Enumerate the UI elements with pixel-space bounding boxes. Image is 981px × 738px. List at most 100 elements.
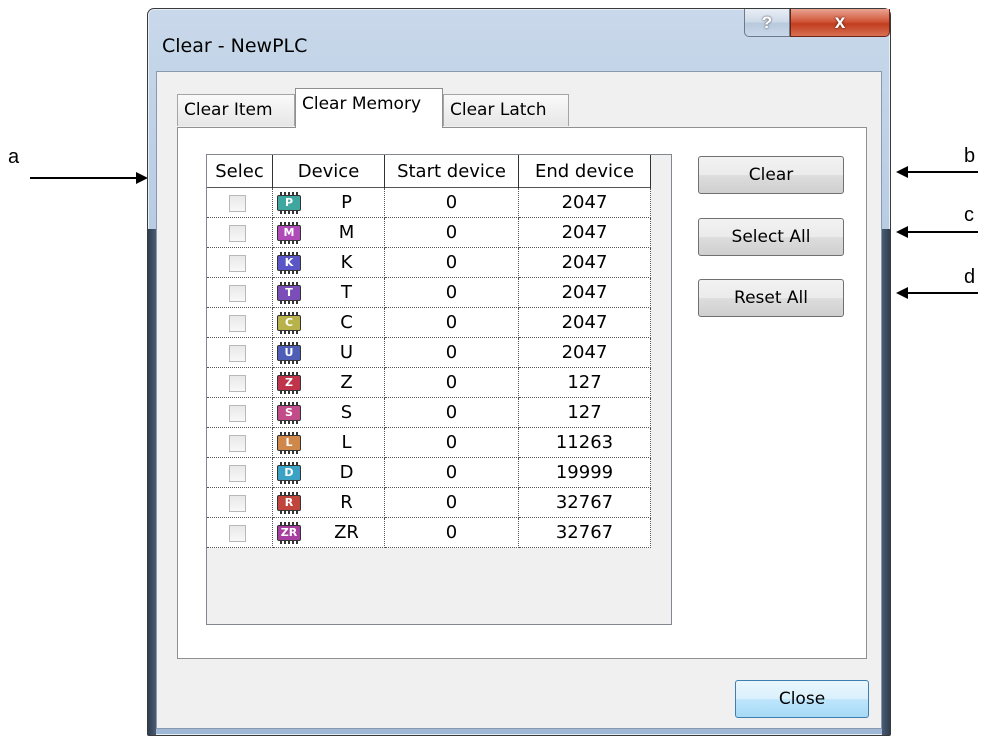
start-device-cell: 0	[385, 278, 519, 308]
select-checkbox[interactable]	[229, 285, 246, 302]
device-chip-icon: C	[277, 312, 301, 334]
device-chip-icon: M	[277, 222, 301, 244]
device-cell: MM	[273, 218, 385, 248]
device-chip-icon: Z	[277, 372, 301, 394]
select-checkbox[interactable]	[229, 345, 246, 362]
column-header-end-device[interactable]: End device	[519, 155, 651, 188]
table-row[interactable]: L L 0 11263	[207, 428, 651, 458]
select-checkbox[interactable]	[229, 375, 246, 392]
end-device-cell: 2047	[519, 308, 651, 338]
tab-clear-latch[interactable]: Clear Latch	[443, 94, 569, 126]
arrow-b-head	[896, 166, 908, 178]
select-checkbox[interactable]	[229, 495, 246, 512]
table-row[interactable]: D D 0 19999	[207, 458, 651, 488]
start-device-cell: 0	[385, 188, 519, 218]
callout-c: c	[964, 204, 974, 226]
start-device-cell: 0	[385, 518, 519, 548]
start-device-cell: 0	[385, 368, 519, 398]
end-device-cell: 2047	[519, 278, 651, 308]
window-title: Clear - NewPLC	[162, 35, 308, 57]
clear-memory-panel: Selec Device Start device End device PP0…	[177, 127, 867, 659]
device-name: D	[339, 462, 354, 483]
tab-clear-item[interactable]: Clear Item	[177, 94, 295, 126]
select-all-button[interactable]: Select All	[698, 218, 844, 256]
select-checkbox[interactable]	[229, 225, 246, 242]
clear-dialog-window: Clear - NewPLC ? x Clear Item Clear Memo…	[147, 8, 891, 736]
dialog-client-area: Clear Item Clear Memory Clear Latch Sele…	[156, 71, 882, 729]
device-cell: RR	[273, 488, 385, 518]
column-header-start-device[interactable]: Start device	[385, 155, 519, 188]
device-name: T	[341, 282, 352, 303]
select-cell	[207, 458, 273, 488]
start-device-cell: 0	[385, 248, 519, 278]
table-row[interactable]: ZR ZR 0 32767	[207, 518, 651, 548]
help-button[interactable]: ?	[744, 9, 790, 37]
window-frame-left	[148, 229, 156, 735]
arrow-d	[906, 292, 978, 294]
table-row[interactable]: U U 0 2047	[207, 338, 651, 368]
select-cell	[207, 338, 273, 368]
close-button[interactable]: Close	[735, 680, 869, 718]
arrow-a	[30, 177, 138, 179]
close-window-button[interactable]: x	[790, 9, 890, 37]
select-cell	[207, 428, 273, 458]
device-name: ZR	[334, 522, 359, 543]
device-cell: LL	[273, 428, 385, 458]
select-checkbox[interactable]	[229, 465, 246, 482]
device-name: Z	[340, 372, 353, 393]
start-device-cell: 0	[385, 428, 519, 458]
table-row[interactable]: K K 0 2047	[207, 248, 651, 278]
select-cell	[207, 188, 273, 218]
callout-d: d	[964, 266, 976, 288]
select-checkbox[interactable]	[229, 435, 246, 452]
end-device-cell: 11263	[519, 428, 651, 458]
end-device-cell: 2047	[519, 188, 651, 218]
device-name: K	[340, 252, 353, 273]
column-header-device[interactable]: Device	[273, 155, 385, 188]
device-chip-icon: R	[277, 492, 301, 514]
table-row[interactable]: R R 0 32767	[207, 488, 651, 518]
tab-clear-memory[interactable]: Clear Memory	[295, 88, 443, 128]
column-header-select[interactable]: Selec	[207, 155, 273, 188]
device-chip-icon: K	[277, 252, 301, 274]
device-chip-icon: P	[277, 192, 301, 214]
device-list[interactable]: Selec Device Start device End device PP0…	[206, 154, 672, 625]
device-cell: SS	[273, 398, 385, 428]
start-device-cell: 0	[385, 488, 519, 518]
select-checkbox[interactable]	[229, 255, 246, 272]
arrow-d-head	[896, 287, 908, 299]
device-cell: ZZ	[273, 368, 385, 398]
end-device-cell: 2047	[519, 338, 651, 368]
end-device-cell: 2047	[519, 218, 651, 248]
select-cell	[207, 368, 273, 398]
table-row[interactable]: M M 0 2047	[207, 218, 651, 248]
start-device-cell: 0	[385, 308, 519, 338]
device-name: R	[340, 492, 353, 513]
table-row[interactable]: P P 0 2047	[207, 188, 651, 218]
reset-all-button[interactable]: Reset All	[698, 279, 844, 317]
clear-button[interactable]: Clear	[698, 156, 844, 194]
arrow-c-head	[896, 226, 908, 238]
select-cell	[207, 398, 273, 428]
device-chip-icon: S	[277, 402, 301, 424]
table-row[interactable]: Z Z 0 127	[207, 368, 651, 398]
select-checkbox[interactable]	[229, 195, 246, 212]
device-name: S	[340, 402, 353, 423]
end-device-cell: 19999	[519, 458, 651, 488]
table-row[interactable]: T T 0 2047	[207, 278, 651, 308]
arrow-c	[906, 231, 978, 233]
select-checkbox[interactable]	[229, 315, 246, 332]
device-cell: DD	[273, 458, 385, 488]
table-row[interactable]: S S 0 127	[207, 398, 651, 428]
select-checkbox[interactable]	[229, 405, 246, 422]
device-list-header: Selec Device Start device End device	[207, 155, 651, 188]
select-cell	[207, 248, 273, 278]
device-chip-icon: L	[277, 432, 301, 454]
device-list-body: P P 0 2047 M M 0 2047 K K 0 2047 T T 0 2047 C C 0 2047 U U 0 20…	[207, 188, 651, 548]
table-row[interactable]: C C 0 2047	[207, 308, 651, 338]
end-device-cell: 127	[519, 368, 651, 398]
select-checkbox[interactable]	[229, 525, 246, 542]
device-name: C	[340, 312, 353, 333]
window-frame-right	[882, 229, 890, 735]
device-cell: PP	[273, 188, 385, 218]
